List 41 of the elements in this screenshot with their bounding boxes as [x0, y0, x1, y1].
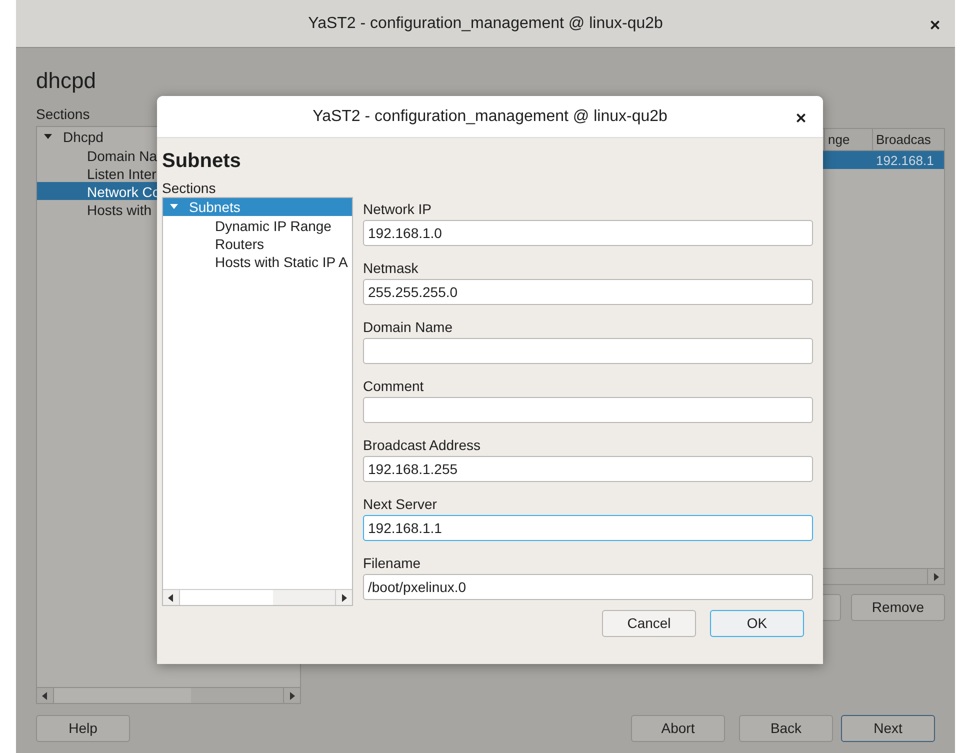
tree-item[interactable]: Dhcpd	[37, 128, 300, 146]
tree-item[interactable]: Routers	[163, 234, 352, 252]
field-label: Netmask	[363, 259, 420, 278]
footer-button[interactable]: Next	[841, 715, 935, 742]
horizontal-scrollbar[interactable]	[37, 687, 300, 703]
horizontal-scrollbar[interactable]	[163, 589, 352, 605]
field-label: Comment	[363, 377, 425, 396]
text-field[interactable]: 255.255.255.0	[363, 279, 813, 305]
field-label: Filename	[363, 554, 422, 573]
sections-label: Sections	[36, 105, 90, 122]
expand-triangle-icon[interactable]	[43, 133, 53, 141]
footer-button[interactable]: Help	[36, 715, 130, 742]
text-field[interactable]	[363, 397, 813, 423]
footer-button[interactable]: Back	[739, 715, 833, 742]
close-button[interactable]: ×	[923, 12, 947, 36]
dialog-button[interactable]: OK	[710, 610, 804, 637]
tree-item[interactable]: Subnets	[163, 198, 352, 216]
window-title: YaST2 - configuration_management @ linux-qu2b	[308, 14, 663, 34]
close-button[interactable]: ×	[789, 105, 813, 129]
tree-item[interactable]: Dynamic IP Range	[163, 216, 352, 234]
dialog-title: YaST2 - configuration_management @ linux-qu2b	[312, 106, 668, 126]
text-field[interactable]: 192.168.1.1	[363, 515, 813, 541]
field-label: Broadcast Address	[363, 436, 482, 455]
footer-button[interactable]: Abort	[631, 715, 725, 742]
remove-button[interactable]: Remove	[851, 594, 945, 621]
tree-item[interactable]: Hosts with Static IP A	[163, 252, 352, 270]
column-header[interactable]: nge	[824, 129, 872, 150]
field-label: Network IP	[363, 200, 432, 219]
text-field[interactable]: /boot/pxelinux.0	[363, 574, 813, 600]
expand-triangle-icon[interactable]	[169, 203, 179, 211]
sections-label: Sections	[162, 179, 216, 196]
table-cell-text: 192.168.1	[875, 152, 935, 169]
page-heading: dhcpd	[36, 67, 97, 94]
text-field[interactable]: 192.168.1.255	[363, 456, 813, 482]
text-field[interactable]	[363, 338, 813, 364]
dialog-button[interactable]: Cancel	[602, 610, 696, 637]
dialog-heading: Subnets	[162, 149, 242, 174]
text-field[interactable]: 192.168.1.0	[363, 220, 813, 246]
field-label: Domain Name	[363, 318, 454, 337]
field-label: Next Server	[363, 495, 438, 514]
column-header[interactable]: Broadcas	[872, 129, 944, 150]
